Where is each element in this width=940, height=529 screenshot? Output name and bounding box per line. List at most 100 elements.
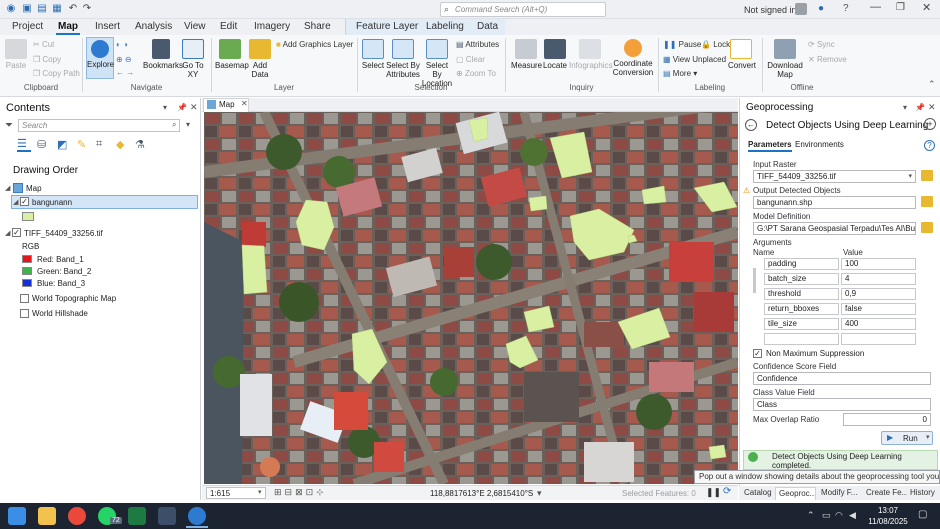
user-avatar-icon[interactable] [795,3,807,15]
run-dropdown-icon[interactable]: ▾ [926,433,930,441]
model-definition-field[interactable]: G:\PT Sarana Geospasial Terpadu\Tes AI\B… [753,222,916,235]
clock-time[interactable]: 13:07 [870,506,906,515]
layer2-name[interactable]: TIFF_54409_33256.tif [24,229,103,238]
tab-history[interactable]: History [907,487,939,500]
tab-imagery[interactable]: Imagery [252,20,292,35]
app-icon[interactable] [158,507,176,525]
confidence-field-input[interactable]: Confidence [753,372,931,385]
excel-icon[interactable] [128,507,146,525]
measure-button[interactable]: Measure [511,39,542,70]
layer1-visibility-checkbox[interactable]: ✓ [20,197,29,206]
tool-status-banner[interactable]: Detect Objects Using Deep Learning compl… [743,450,938,470]
close-contents-icon[interactable]: ✕ [190,102,198,113]
attributes-button[interactable]: ▤ Attributes [456,40,499,50]
nms-checkbox[interactable]: ✓ [753,349,762,358]
add-graphics-layer-button[interactable]: ■ Add Graphics Layer [276,40,353,50]
tab-create-features[interactable]: Create Fe... [863,487,907,500]
tab-project[interactable]: Project [10,20,45,35]
previous-next-extent-icon[interactable]: ← → [116,68,134,78]
input-raster-field[interactable]: TIFF_54409_33256.tif ▾ [753,170,916,183]
list-by-editing-icon[interactable]: ✎ [77,138,86,151]
infographics-button[interactable]: Infographics [569,39,613,70]
tab-environments[interactable]: Environments [795,140,844,149]
pause-labeling-button[interactable]: ❚❚ Pause [663,40,701,50]
arg-name-cell-empty[interactable] [764,333,839,345]
convert-button[interactable]: Convert [728,39,756,70]
list-by-labeling-icon[interactable]: ◆ [116,138,124,151]
undo-icon[interactable]: ↶ [67,3,79,15]
map-view-tab[interactable]: Map ✕ [203,98,249,112]
wifi-icon[interactable]: ◠ [835,510,843,521]
file-explorer-icon[interactable] [38,507,56,525]
select-by-attributes-button[interactable]: Select By Attributes [386,39,420,79]
notification-icon[interactable]: ● [818,3,824,14]
list-by-snapping-icon[interactable]: ⌗ [96,138,102,151]
tab-data[interactable]: Data [475,20,500,35]
arg-value-cell[interactable]: false [841,303,916,315]
clock-date[interactable]: 11/08/2025 [864,517,912,526]
cut-button[interactable]: ✂ Cut [33,40,54,50]
select-button[interactable]: Select [361,39,385,70]
run-button[interactable]: ▶ Run ▾ [881,431,933,445]
arg-value-cell-empty[interactable] [841,333,916,345]
tab-modify-features[interactable]: Modify F... [818,487,862,500]
notifications-icon[interactable]: ▢ [918,509,927,520]
tab-feature-layer[interactable]: Feature Layer [354,20,420,35]
command-search-input[interactable]: ⌕ Command Search (Alt+Q) [440,2,606,17]
add-icon[interactable]: + [924,118,936,130]
help-icon[interactable]: ? [843,3,849,14]
hillshade-visibility-checkbox[interactable] [20,309,29,318]
arg-value-cell[interactable]: 4 [841,273,916,285]
arg-value-cell[interactable]: 400 [841,318,916,330]
download-map-button[interactable]: Download Map [766,39,804,79]
chrome-icon[interactable] [68,507,86,525]
goto-xy-button[interactable]: Go To XY [181,39,205,79]
close-geoprocessing-icon[interactable]: ✕ [928,102,936,113]
output-field[interactable]: bangunann.shp [753,196,916,209]
locate-button[interactable]: Locate [542,39,568,70]
topo-layer-name[interactable]: World Topographic Map [32,294,116,303]
sync-button[interactable]: ⟳ Sync [808,40,835,50]
coordinate-conversion-button[interactable]: Coordinate Conversion [612,39,654,77]
row-drag-handle[interactable] [753,268,756,293]
pause-drawing-icon[interactable]: ❚❚ [706,487,721,498]
scale-dropdown[interactable]: 1:615 ▾ [206,487,266,499]
copy-path-button[interactable]: ❐ Copy Path [33,69,80,79]
arg-value-cell[interactable]: 0,9 [841,288,916,300]
refresh-icon[interactable]: ⟳ [723,486,731,497]
blue-band-swatch[interactable] [22,279,32,287]
zoom-fixed-icon[interactable]: ⊕ ⊖ [116,55,132,65]
close-map-tab-icon[interactable]: ✕ [241,99,248,108]
max-overlap-input[interactable]: 0 [843,413,931,426]
class-field-input[interactable]: Class [753,398,931,411]
minimize-icon[interactable]: — [870,1,881,13]
zoom-to-button[interactable]: ⊕ Zoom To [456,69,496,79]
full-extent-icon[interactable]: ◐ ◑ [116,40,128,50]
contents-search-input[interactable]: Search ⌕ [18,119,180,132]
expand-layer1-icon[interactable]: ◢ [13,198,18,206]
clear-button[interactable]: ▢ Clear [456,55,485,65]
volume-icon[interactable]: ◀ [849,510,856,521]
tab-edit[interactable]: Edit [218,20,239,35]
add-data-button[interactable]: Add Data [248,39,272,79]
pane-options-icon[interactable]: ▾ [163,103,167,112]
list-by-drawing-order-icon[interactable]: ☰ [17,138,31,152]
restore-icon[interactable]: ❐ [896,2,905,13]
auto-hide-icon[interactable]: 📌 [915,103,925,112]
copy-button[interactable]: ❐ Copy [33,55,61,65]
tab-insert[interactable]: Insert [93,20,122,35]
layer1-name[interactable]: bangunann [32,198,72,207]
back-icon[interactable]: ← [745,119,757,131]
browse-folder-icon[interactable] [921,196,933,207]
save-icon[interactable]: ▦ [51,3,63,15]
help-icon[interactable]: ? [924,140,935,151]
list-by-source-icon[interactable]: ⛁ [37,138,46,151]
layer2-visibility-checkbox[interactable]: ✓ [12,228,21,237]
layer1-symbol-swatch[interactable] [22,212,34,221]
select-by-location-button[interactable]: Select By Location [421,39,453,88]
tab-map[interactable]: Map [56,20,80,35]
red-band-swatch[interactable] [22,255,32,263]
explore-button[interactable]: Explore [86,37,114,79]
green-band-swatch[interactable] [22,267,32,275]
tab-share[interactable]: Share [302,20,333,35]
